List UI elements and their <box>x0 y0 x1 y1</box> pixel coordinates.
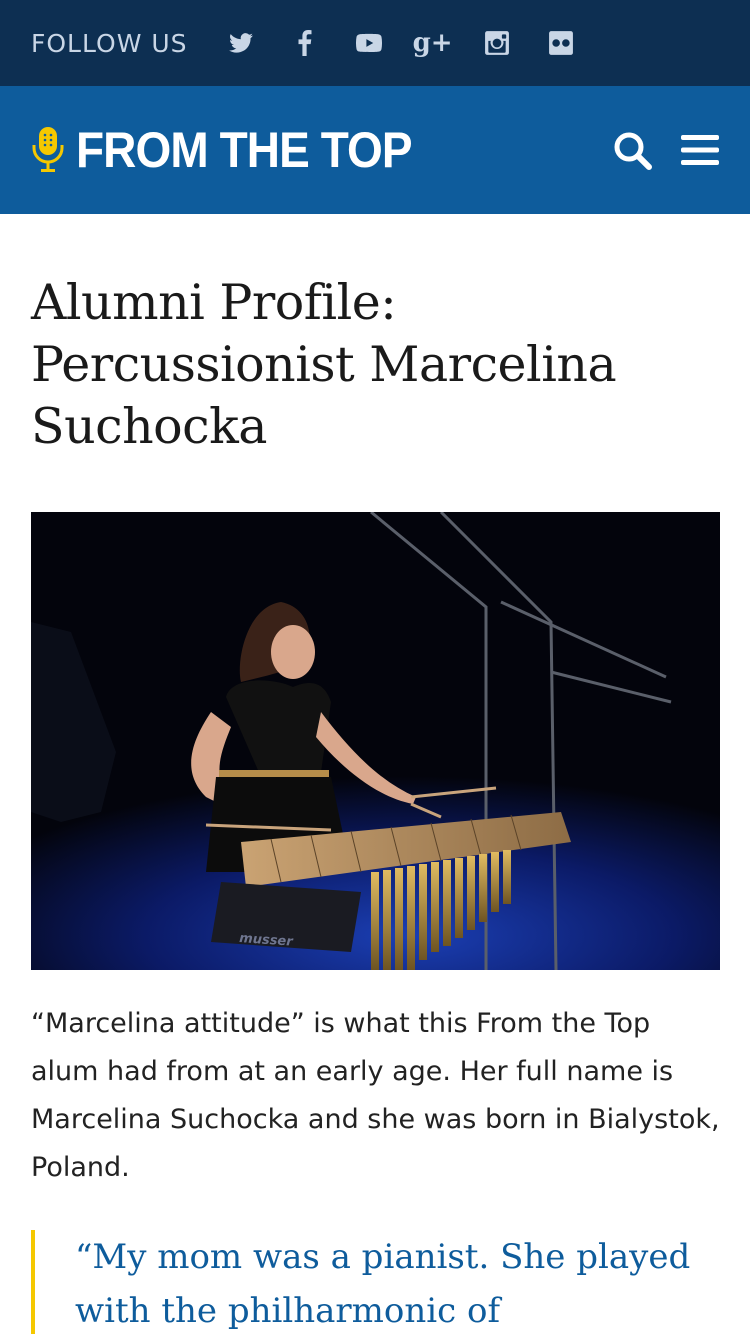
article-photo: musser <box>31 512 720 970</box>
article-title: Alumni Profile: Percussionist Marcelina … <box>31 274 617 455</box>
performer-photo-illustration: musser <box>31 512 720 970</box>
logo-text: FROM THE TOP <box>76 122 413 178</box>
flickr-icon[interactable] <box>548 30 574 56</box>
google-plus-glyph: g+ <box>412 28 453 58</box>
twitter-icon[interactable] <box>228 30 254 56</box>
header-actions <box>584 130 720 170</box>
menu-button[interactable] <box>680 130 720 170</box>
article: Alumni Profile: Percussionist Marcelina … <box>31 272 721 1334</box>
social-links: g+ <box>228 30 612 56</box>
google-plus-icon[interactable]: g+ <box>413 30 453 56</box>
instagram-icon[interactable] <box>484 30 510 56</box>
pull-quote: “My mom was a pianist. She played with t… <box>31 1230 721 1334</box>
microphone-icon <box>32 127 64 172</box>
hamburger-menu-icon <box>681 135 719 165</box>
search-icon <box>614 132 652 170</box>
follow-bar: FOLLOW US g+ <box>0 0 750 86</box>
main-header: FROM THE TOP <box>0 86 750 214</box>
article-intro: “Marcelina attitude” is what this From t… <box>31 1008 720 1183</box>
pull-quote-text: “My mom was a pianist. She played with t… <box>75 1237 691 1331</box>
facebook-icon[interactable] <box>292 30 318 56</box>
search-button[interactable] <box>612 130 652 170</box>
youtube-icon[interactable] <box>355 30 382 56</box>
site-logo[interactable]: FROM THE TOP <box>32 121 441 179</box>
follow-us-label: FOLLOW US <box>31 28 188 58</box>
